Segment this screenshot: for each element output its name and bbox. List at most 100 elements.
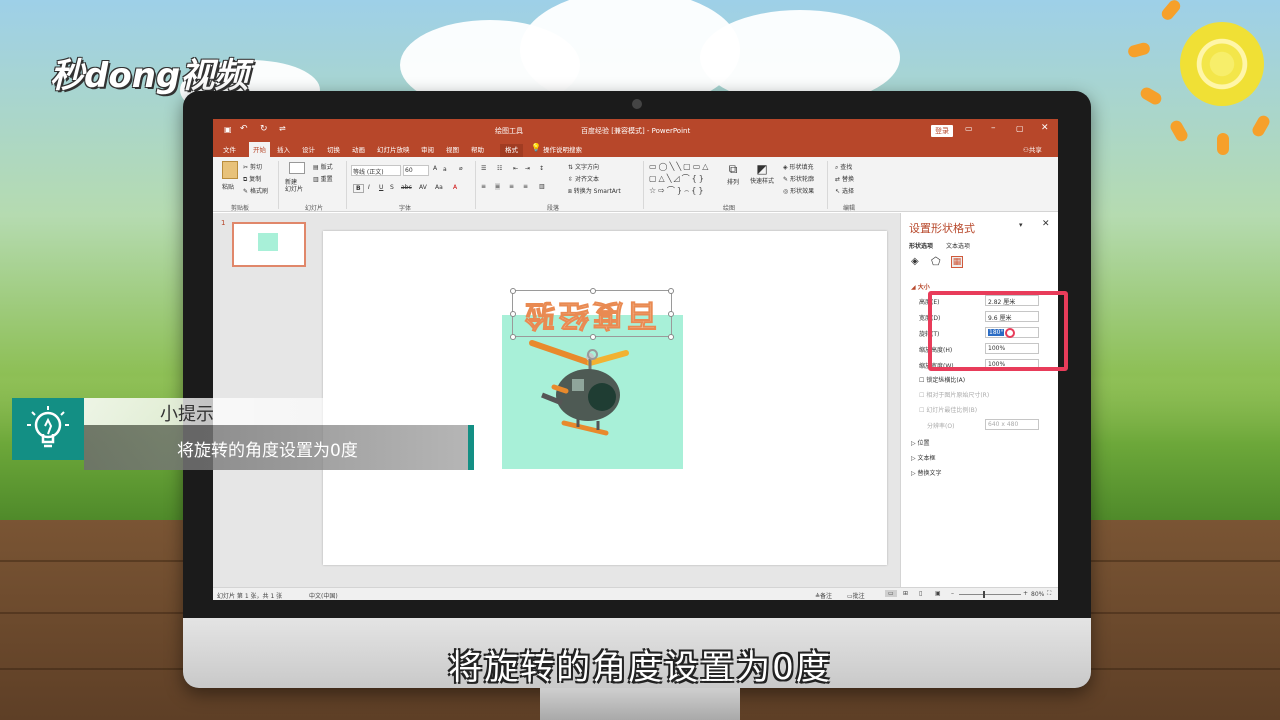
resolution-select[interactable]: 640 x 480 xyxy=(985,419,1039,430)
bold-icon[interactable]: B xyxy=(353,184,364,193)
reading-view-icon[interactable]: ▯ xyxy=(919,590,922,597)
selection-handle[interactable] xyxy=(668,311,674,317)
tab-animations[interactable]: 动画 xyxy=(352,144,365,154)
customize-qat-icon[interactable]: ⇌ xyxy=(279,124,286,133)
pane-options-icon[interactable]: ▾ xyxy=(1019,221,1023,229)
best-scale-checkbox[interactable]: ☐ 幻灯片最佳比例(B) xyxy=(919,405,977,414)
format-painter-button[interactable]: ✎ 格式刷 xyxy=(243,186,268,195)
tab-file[interactable]: 文件 xyxy=(223,144,236,154)
columns-icon[interactable]: ▥ xyxy=(539,183,545,190)
tell-me-search[interactable]: 操作说明搜索 xyxy=(543,144,582,154)
tab-shape-options[interactable]: 形状选项 xyxy=(909,241,933,250)
quick-styles-button[interactable]: ◩ 快速样式 xyxy=(750,162,774,185)
fit-slide-icon[interactable]: ⛶ xyxy=(1047,590,1051,598)
line-spacing-icon[interactable]: ↕ xyxy=(539,165,544,172)
align-left-icon[interactable]: ≡ xyxy=(481,183,486,190)
rotated-text-box[interactable]: 百度经验 xyxy=(510,288,674,360)
relative-original-checkbox[interactable]: ☐ 相对于图片原始尺寸(R) xyxy=(919,390,989,399)
notes-button[interactable]: ≜备注 xyxy=(815,591,832,600)
clear-format-icon[interactable]: ⌀ xyxy=(459,165,463,172)
reset-button[interactable]: ▥ 重置 xyxy=(313,174,333,183)
indent-icon[interactable]: ⇤ xyxy=(513,165,518,172)
selection-handle[interactable] xyxy=(590,334,596,340)
undo-icon[interactable]: ↶ xyxy=(240,124,248,134)
sorter-view-icon[interactable]: ⊞ xyxy=(903,590,908,597)
justify-icon[interactable]: ≡ xyxy=(523,183,528,190)
redo-icon[interactable]: ↻ xyxy=(260,124,268,134)
tab-home[interactable]: 开始 xyxy=(249,142,270,157)
shape-effects-button[interactable]: ◎ 形状效果 xyxy=(783,186,814,195)
new-slide-icon[interactable] xyxy=(289,162,305,174)
shrink-font-icon[interactable]: a xyxy=(443,166,447,173)
fill-line-icon[interactable]: ◈ xyxy=(911,256,919,267)
selection-handle[interactable] xyxy=(668,288,674,294)
underline-icon[interactable]: U xyxy=(379,184,383,191)
change-case-icon[interactable]: Aa xyxy=(435,184,443,191)
minimize-icon[interactable]: – xyxy=(991,123,996,133)
tab-insert[interactable]: 插入 xyxy=(277,144,290,154)
comments-button[interactable]: ▭批注 xyxy=(847,591,865,600)
section-alt-text[interactable]: ▷ 替换文字 xyxy=(911,468,942,477)
tab-review[interactable]: 审阅 xyxy=(421,144,434,154)
tab-text-options[interactable]: 文本选项 xyxy=(946,241,970,250)
tab-slideshow[interactable]: 幻灯片放映 xyxy=(377,144,410,154)
selection-handle[interactable] xyxy=(510,288,516,294)
zoom-level[interactable]: 80% xyxy=(1031,591,1044,598)
selection-handle[interactable] xyxy=(510,311,516,317)
shape-fill-button[interactable]: ◈ 形状填充 xyxy=(783,162,814,171)
numbering-icon[interactable]: ☷ xyxy=(497,165,502,172)
new-slide-button[interactable]: 新建 幻灯片 xyxy=(285,179,303,193)
section-position[interactable]: ▷ 位置 xyxy=(911,438,930,447)
arrange-button[interactable]: ⧉ 排列 xyxy=(727,162,739,186)
ribbon-display-icon[interactable]: ▭ xyxy=(965,124,973,133)
shadow-icon[interactable]: S xyxy=(390,184,394,191)
lock-ratio-checkbox[interactable]: ☐ 锁定纵横比(A) xyxy=(919,375,965,384)
outdent-icon[interactable]: ⇥ xyxy=(525,165,530,172)
align-text-button[interactable]: ⇳ 对齐文本 xyxy=(568,174,599,183)
replace-button[interactable]: ⇄ 替换 xyxy=(835,174,854,183)
slide-thumbnail[interactable] xyxy=(232,222,306,267)
slideshow-view-icon[interactable]: ▣ xyxy=(935,590,941,597)
tab-design[interactable]: 设计 xyxy=(302,144,315,154)
spacing-icon[interactable]: AV xyxy=(419,184,427,191)
shape-outline-button[interactable]: ✎ 形状轮廓 xyxy=(783,174,814,183)
login-button[interactable]: 登录 xyxy=(931,125,953,137)
section-textbox[interactable]: ▷ 文本框 xyxy=(911,453,936,462)
select-button[interactable]: ↖ 选择 xyxy=(835,186,854,195)
grow-font-icon[interactable]: A xyxy=(433,165,437,172)
zoom-in-icon[interactable]: + xyxy=(1023,590,1028,597)
paste-button[interactable]: 粘贴 xyxy=(222,182,234,191)
smartart-button[interactable]: ⧈ 转换为 SmartArt xyxy=(568,186,621,196)
italic-icon[interactable]: I xyxy=(368,184,370,191)
tab-help[interactable]: 帮助 xyxy=(471,144,484,154)
save-icon[interactable]: ▣ xyxy=(224,125,232,134)
align-center-icon[interactable]: ≡ xyxy=(495,183,501,190)
selection-handle[interactable] xyxy=(590,288,596,294)
font-size-select[interactable]: 60 xyxy=(403,165,429,176)
font-name-select[interactable]: 等线 (正文) xyxy=(351,165,401,176)
zoom-slider-thumb[interactable] xyxy=(983,591,985,598)
close-icon[interactable]: ✕ xyxy=(1041,123,1049,133)
pane-close-icon[interactable]: ✕ xyxy=(1042,219,1050,229)
rotation-handle-icon[interactable] xyxy=(587,349,598,360)
copy-button[interactable]: ⧉ 复制 xyxy=(243,174,261,184)
text-direction-button[interactable]: ⇅ 文字方向 xyxy=(568,162,599,171)
maximize-icon[interactable]: ▢ xyxy=(1016,124,1024,133)
effects-pentagon-icon[interactable]: ⬠ xyxy=(931,255,941,268)
tab-transitions[interactable]: 切换 xyxy=(327,144,340,154)
strikethrough-icon[interactable]: abc xyxy=(401,184,412,191)
shapes-gallery[interactable]: ▭◯╲╲▢▭△ ▢△╲◿⌒{} ☆⇨⌒}⌢{} xyxy=(649,161,721,201)
find-button[interactable]: ⌕ 查找 xyxy=(835,162,852,172)
normal-view-icon[interactable]: ▭ xyxy=(885,590,897,597)
zoom-slider[interactable] xyxy=(959,594,1021,595)
font-color-icon[interactable]: A xyxy=(453,184,457,191)
layout-button[interactable]: ▤ 版式 xyxy=(313,162,333,171)
paste-icon[interactable] xyxy=(222,161,238,179)
align-right-icon[interactable]: ≡ xyxy=(509,183,514,190)
selection-handle[interactable] xyxy=(510,334,516,340)
section-size-header[interactable]: ◢ 大小 xyxy=(911,282,930,291)
bullets-icon[interactable]: ☰ xyxy=(481,165,486,172)
selection-handle[interactable] xyxy=(668,334,674,340)
share-button[interactable]: ⚇共享 xyxy=(1023,144,1042,154)
tab-format[interactable]: 格式 xyxy=(500,144,523,157)
